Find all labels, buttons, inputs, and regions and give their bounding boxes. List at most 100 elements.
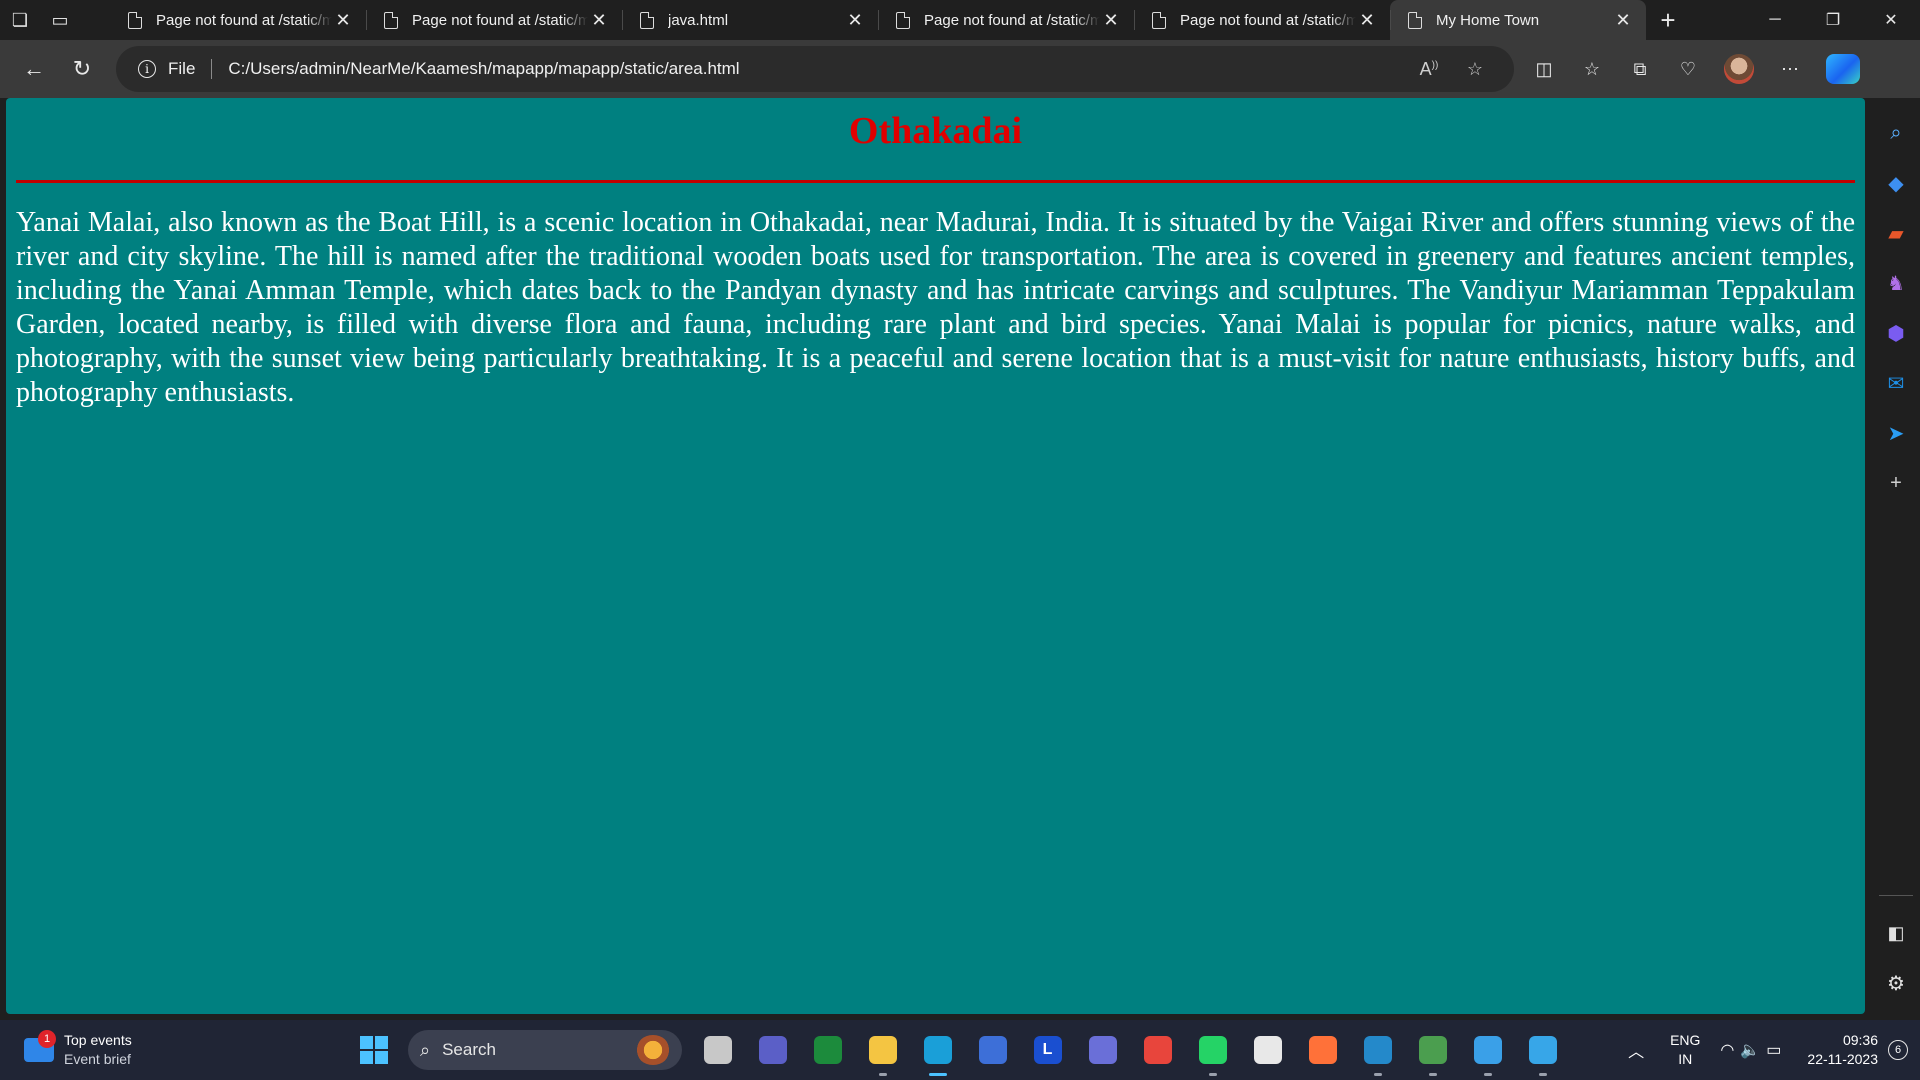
address-separator — [211, 59, 213, 79]
file-explorer-glyph — [868, 1036, 897, 1064]
new-tab-button[interactable]: + — [1646, 0, 1690, 40]
photos-icon[interactable] — [1515, 1020, 1570, 1080]
whatsapp-icon[interactable] — [1185, 1020, 1240, 1080]
vscode-icon[interactable] — [1350, 1020, 1405, 1080]
page-icon — [128, 11, 142, 29]
copilot-icon[interactable] — [1826, 54, 1860, 84]
search-highlight-icon — [636, 1035, 670, 1065]
pinned-apps: L — [690, 1020, 1570, 1080]
games-icon[interactable]: ♞ — [1879, 263, 1913, 303]
running-indicator — [1428, 1073, 1437, 1076]
close-tab-icon[interactable]: ✕ — [1612, 10, 1634, 31]
whatsapp-glyph — [1198, 1036, 1227, 1064]
screen: ❏ ▭ Page not found at /static/m ✕ Page not… — [0, 0, 1920, 1080]
store-glyph — [978, 1036, 1007, 1064]
restore-button[interactable]: ❐ — [1804, 0, 1862, 40]
document-app-glyph — [1253, 1036, 1282, 1064]
favorite-star-icon[interactable]: ☆ — [1452, 59, 1498, 80]
site-info-icon[interactable]: i — [138, 60, 156, 78]
close-tab-icon[interactable]: ✕ — [1356, 10, 1378, 31]
office-icon[interactable]: ⬢ — [1879, 313, 1913, 353]
hide-sidebar-icon[interactable]: ◧ — [1879, 913, 1913, 953]
search-icon[interactable]: ⌕ — [1879, 113, 1913, 153]
teams-meet-icon[interactable] — [745, 1020, 800, 1080]
notepad-icon[interactable] — [1460, 1020, 1515, 1080]
taskbar-apps: ⌕ Search L — [360, 1020, 1570, 1080]
browser-tab[interactable]: Page not found at /static/m ✕ — [110, 0, 366, 40]
chrome-glyph — [1143, 1036, 1172, 1064]
firefox-glyph — [1308, 1036, 1337, 1064]
search-magnifier-icon: ⌕ — [420, 1039, 431, 1060]
browser-tab[interactable]: Page not found at /static/m ✕ — [1134, 0, 1390, 40]
page-icon — [896, 11, 910, 29]
widget-title: Top events — [64, 1032, 132, 1048]
chrome-icon[interactable] — [1130, 1020, 1185, 1080]
firefox-icon[interactable] — [1295, 1020, 1350, 1080]
url-text[interactable]: C:/Users/admin/NearMe/Kaamesh/mapapp/map… — [228, 59, 1406, 79]
edge-glyph — [923, 1036, 952, 1064]
settings-icon[interactable]: ⚙ — [1879, 963, 1913, 1003]
clock[interactable]: 09:36 22-11-2023 — [1807, 1031, 1878, 1069]
send-icon[interactable]: ➤ — [1879, 413, 1913, 453]
tab-title: My Home Town — [1436, 11, 1540, 29]
back-button[interactable]: ← — [10, 45, 58, 93]
loop-icon[interactable] — [800, 1020, 855, 1080]
task-view-icon[interactable] — [690, 1020, 745, 1080]
clock-time: 09:36 — [1842, 1032, 1878, 1048]
notification-center-button[interactable]: 6 — [1888, 1040, 1908, 1060]
chrome-profile-icon[interactable] — [1405, 1020, 1460, 1080]
browser-tab[interactable]: Page not found at /static/m ✕ — [366, 0, 622, 40]
widget-subtitle: Event brief — [64, 1051, 131, 1067]
search-label: Search — [442, 1040, 496, 1059]
tab-title: Page not found at /static/m — [1180, 11, 1356, 29]
page-heading: Othakadai — [848, 110, 1023, 152]
notepad-glyph — [1473, 1036, 1502, 1064]
running-indicator — [1373, 1073, 1382, 1076]
close-tab-icon[interactable]: ✕ — [332, 10, 354, 31]
input-language[interactable]: ENG IN — [1670, 1031, 1700, 1069]
tab-title: Page not found at /static/m — [924, 11, 1100, 29]
edge-icon[interactable] — [910, 1020, 965, 1080]
running-indicator — [928, 1073, 947, 1076]
browser-essentials-icon[interactable]: ♡ — [1664, 45, 1712, 93]
document-app-icon[interactable] — [1240, 1020, 1295, 1080]
start-button[interactable] — [360, 1036, 388, 1064]
favorites-icon[interactable]: ☆ — [1568, 45, 1616, 93]
chrome-profile-glyph — [1418, 1036, 1447, 1064]
close-tab-icon[interactable]: ✕ — [588, 10, 610, 31]
browser-tab[interactable]: Page not found at /static/m ✕ — [878, 0, 1134, 40]
l-app-icon[interactable]: L — [1020, 1020, 1075, 1080]
show-hidden-icons-icon[interactable]: ︿ — [1628, 1038, 1644, 1062]
add-icon[interactable]: + — [1879, 463, 1913, 503]
teams-meet-glyph — [758, 1036, 787, 1064]
close-tab-icon[interactable]: ✕ — [1100, 10, 1122, 31]
close-window-button[interactable]: ✕ — [1862, 0, 1920, 40]
outlook-icon[interactable]: ✉ — [1879, 363, 1913, 403]
workspaces-icon[interactable]: ❏ — [0, 0, 40, 40]
split-screen-icon[interactable]: ◫ — [1520, 45, 1568, 93]
store-icon[interactable] — [965, 1020, 1020, 1080]
network-volume-battery-icons[interactable]: ◠🔈▭ — [1720, 1040, 1787, 1060]
taskbar-search[interactable]: ⌕ Search — [408, 1030, 682, 1070]
browser-tab[interactable]: My Home Town ✕ — [1390, 0, 1646, 40]
page-icon — [384, 11, 398, 29]
shopping-tag-icon[interactable]: ◆ — [1879, 163, 1913, 203]
pen-app-icon[interactable] — [1075, 1020, 1130, 1080]
collections-icon[interactable]: ⧉ — [1616, 45, 1664, 93]
page-icon — [1152, 11, 1166, 29]
minimize-button[interactable]: ─ — [1746, 0, 1804, 40]
vscode-glyph — [1363, 1036, 1392, 1064]
tab-actions-icon[interactable]: ▭ — [40, 0, 80, 40]
browser-tab[interactable]: java.html ✕ — [622, 0, 878, 40]
more-icon[interactable]: ⋯ — [1766, 45, 1814, 93]
tab-title: Page not found at /static/m — [156, 11, 332, 29]
close-tab-icon[interactable]: ✕ — [844, 10, 866, 31]
tab-title: Page not found at /static/m — [412, 11, 588, 29]
file-explorer-icon[interactable] — [855, 1020, 910, 1080]
widgets-button[interactable]: 1 Top events Event brief — [0, 1030, 330, 1069]
tools-icon[interactable]: ▰ — [1879, 213, 1913, 253]
refresh-button[interactable]: ↻ — [58, 45, 106, 93]
read-aloud-icon[interactable]: A)) — [1406, 59, 1452, 80]
profile-avatar[interactable] — [1724, 54, 1754, 84]
address-bar[interactable]: i File C:/Users/admin/NearMe/Kaamesh/map… — [116, 46, 1514, 92]
